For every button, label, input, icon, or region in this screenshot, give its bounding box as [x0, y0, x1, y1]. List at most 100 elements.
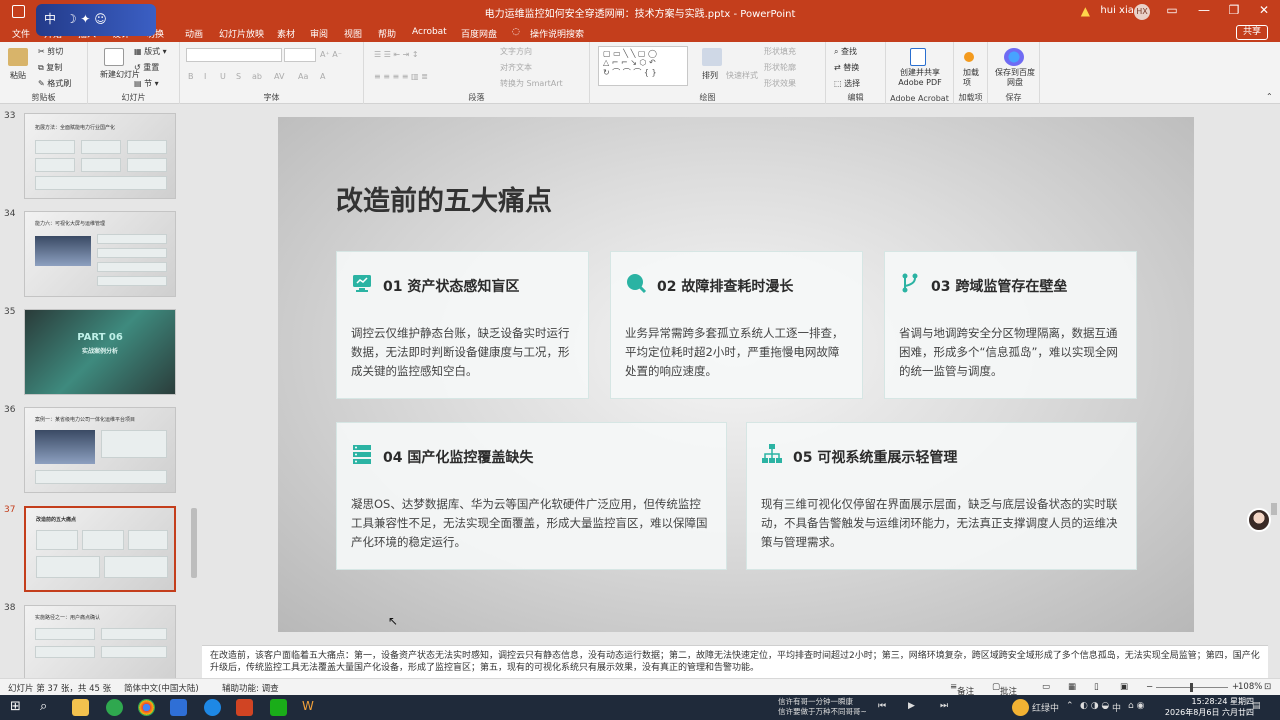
tray-expand-icon[interactable]: ⌃	[1066, 701, 1074, 711]
tab-file[interactable]: 文件	[12, 27, 30, 40]
collapse-ribbon-icon[interactable]: ⌃	[1266, 92, 1273, 101]
shapes-gallery[interactable]: ▢ ▭ ╲ ╲ ▢ ◯ △ ⌐ ⌐ ↘ ⬡ ↶ ↻ ⌒ ⌒ ⌒ { }	[598, 46, 688, 86]
reset-button[interactable]: ↺ 重置	[134, 62, 159, 73]
baidu-cloud-icon[interactable]	[1004, 48, 1024, 66]
arrange-button[interactable]: 排列	[702, 70, 718, 81]
spacing-button[interactable]: AV	[274, 72, 284, 81]
wechat-icon[interactable]	[270, 699, 287, 716]
accessibility-check[interactable]: 辅助功能: 调查	[222, 682, 279, 694]
zoom-slider-knob[interactable]	[1190, 683, 1193, 692]
font-name-input[interactable]	[186, 48, 282, 62]
pain-point-card-5[interactable]: 05 可视系统重展示轻管理 现有三维可视化仅停留在界面展示层面，缺乏与底层设备状…	[746, 422, 1137, 570]
zoom-slider[interactable]	[1156, 683, 1228, 692]
layout-button[interactable]: ▦ 版式 ▾	[134, 46, 167, 57]
slide-thumbnails-panel[interactable]: 33 拓展方法：全面赋能电力行业国产化 34 能力六：可视化大屏与运维管理 35…	[0, 105, 202, 678]
bold-button[interactable]: B	[188, 72, 194, 81]
language-indicator[interactable]: 简体中文(中国大陆)	[124, 682, 199, 694]
assistant-avatar[interactable]	[1247, 508, 1271, 532]
tab-acrobat[interactable]: Acrobat	[412, 27, 447, 37]
weather-icon[interactable]	[1012, 699, 1029, 716]
tab-assets[interactable]: 素材	[277, 27, 295, 40]
thumbnails-scrollbar-thumb[interactable]	[191, 508, 197, 578]
new-slide-icon[interactable]	[104, 48, 124, 66]
search-icon[interactable]: ⌕	[40, 699, 57, 716]
slideshow-icon[interactable]: ▣	[1120, 682, 1128, 692]
tab-review[interactable]: 审阅	[310, 27, 328, 40]
text-direction-button[interactable]: 文字方向	[500, 46, 532, 57]
news-ticker[interactable]: 信许有哥一分钟一瞬康 信许要做于万种不同哥哥~	[778, 697, 867, 717]
tab-animations[interactable]: 动画	[185, 27, 203, 40]
find-button[interactable]: ⌕ 查找	[834, 46, 857, 57]
app-icon[interactable]	[170, 699, 187, 716]
powerpoint-icon[interactable]	[236, 699, 253, 716]
restore-icon[interactable]: ❐	[1224, 3, 1244, 17]
font-color-button[interactable]: A	[320, 72, 325, 81]
bullets-icon[interactable]: ☰ ☰ ⇤ ⇥ ↕	[374, 50, 419, 59]
quick-styles-button[interactable]: 快速样式	[726, 70, 758, 81]
comments-toggle-button[interactable]: ▢ 批注	[992, 682, 1017, 697]
close-icon[interactable]: ✕	[1254, 3, 1274, 17]
pain-point-card-4[interactable]: 04 国产化监控覆盖缺失 凝思OS、达梦数据库、华为云等国产化软硬件广泛应用，但…	[336, 422, 727, 570]
italic-button[interactable]: I	[204, 72, 206, 81]
tab-baidu[interactable]: 百度网盘	[461, 27, 497, 40]
align-text-button[interactable]: 对齐文本	[500, 62, 532, 73]
tray-apps-icon[interactable]: ◐ ◑ ◒	[1080, 701, 1109, 711]
addins-icon[interactable]	[964, 52, 974, 62]
change-case-button[interactable]: Aa	[298, 72, 308, 81]
strikethrough-button[interactable]: S	[236, 72, 241, 81]
grow-font-icon[interactable]: A⁺ A⁻	[320, 50, 342, 59]
slide-thumbnail-36[interactable]: 案例一：某省级电力公司一体化运维平台项目	[24, 407, 176, 493]
thumbnails-scrollbar[interactable]	[189, 108, 200, 678]
align-icon[interactable]: ≡ ≡ ≡ ≡ ▥ ≣	[374, 72, 428, 81]
fit-slide-icon[interactable]: ⊡	[1264, 682, 1271, 692]
ime-toolbar[interactable]: 中 ☽ ✦ ☺	[36, 4, 156, 36]
slide-scrollbar-thumb[interactable]	[1271, 503, 1277, 515]
share-button[interactable]: 共享	[1235, 25, 1268, 40]
tab-view[interactable]: 视图	[344, 27, 362, 40]
pain-point-card-3[interactable]: 03 跨域监管存在壁垒 省调与地调跨安全分区物理隔离，数据互通困难，形成多个“信…	[884, 251, 1137, 399]
shape-effects-button[interactable]: 形状效果	[764, 78, 796, 89]
save-baidu-button[interactable]: 保存到百度网盘	[994, 68, 1036, 88]
smartart-button[interactable]: 转换为 SmartArt	[500, 78, 563, 89]
file-explorer-icon[interactable]	[72, 699, 89, 716]
shadow-button[interactable]: ab	[252, 72, 262, 81]
reading-view-icon[interactable]: ▯	[1094, 682, 1099, 692]
speaker-notes[interactable]: 在改造前，该客户面临着五大痛点：第一，设备资产状态无法实时感知，调控云只有静态信…	[202, 645, 1268, 678]
notes-toggle-button[interactable]: ≡ 备注	[950, 682, 974, 697]
section-button[interactable]: ▤ 节 ▾	[134, 78, 159, 89]
pdf-icon[interactable]	[910, 48, 926, 66]
tab-help[interactable]: 帮助	[378, 27, 396, 40]
paste-icon[interactable]	[8, 48, 28, 66]
slide-thumbnail-37-selected[interactable]: 改造前的五大痛点	[23, 505, 177, 593]
media-play-icon[interactable]: ▶	[908, 701, 915, 711]
zoom-level[interactable]: 108%	[1238, 682, 1262, 692]
sogou-icon[interactable]	[204, 699, 221, 716]
pain-point-card-1[interactable]: 01 资产状态感知盲区 调控云仅维护静态台账，缺乏设备实时运行数据，无法即时判断…	[336, 251, 589, 399]
media-prev-icon[interactable]: ⏮	[878, 701, 886, 711]
app-w-icon[interactable]: W	[302, 699, 319, 716]
media-next-icon[interactable]: ⏭	[940, 701, 948, 711]
underline-button[interactable]: U	[220, 72, 226, 81]
slide-thumbnail-38[interactable]: 实施路径之一：用户痛点确认	[24, 605, 176, 678]
create-pdf-button[interactable]: 创建并共享 Adobe PDF	[890, 68, 950, 88]
clock[interactable]: 15:28:24 星期四 2026年8月6日 六月廿四	[1165, 696, 1254, 718]
weather-text[interactable]: 红绿中	[1032, 701, 1059, 714]
replace-button[interactable]: ⇄ 替换	[834, 62, 859, 73]
windows-start-icon[interactable]: ⊞	[10, 699, 27, 716]
slide-title[interactable]: 改造前的五大痛点	[336, 179, 552, 218]
slide-scrollbar[interactable]	[1268, 105, 1280, 645]
pain-point-card-2[interactable]: 02 故障排查耗时漫长 业务异常需跨多套孤立系统人工逐一排查，平均定位耗时超2小…	[610, 251, 863, 399]
minimize-icon[interactable]: —	[1194, 3, 1214, 17]
tell-me-search[interactable]: 操作说明搜索	[530, 27, 584, 40]
slide-sorter-icon[interactable]: ▦	[1068, 682, 1076, 692]
shape-fill-button[interactable]: 形状填充	[764, 46, 796, 57]
slide-canvas[interactable]: 改造前的五大痛点 01 资产状态感知盲区 调控云仅维护静态台账，缺乏设备实时运行…	[278, 117, 1194, 632]
ribbon-display-icon[interactable]: ▭	[1162, 3, 1182, 17]
copy-button[interactable]: ⧉ 复制	[38, 62, 62, 73]
normal-view-icon[interactable]: ▭	[1042, 682, 1050, 692]
network-volume-icon[interactable]: ⌂ ◉	[1128, 701, 1144, 711]
arrange-icon[interactable]	[702, 48, 722, 66]
slide-thumbnail-33[interactable]: 拓展方法：全面赋能电力行业国产化	[24, 113, 176, 199]
chrome-icon[interactable]	[138, 699, 155, 716]
cut-button[interactable]: ✂ 剪切	[38, 46, 63, 57]
